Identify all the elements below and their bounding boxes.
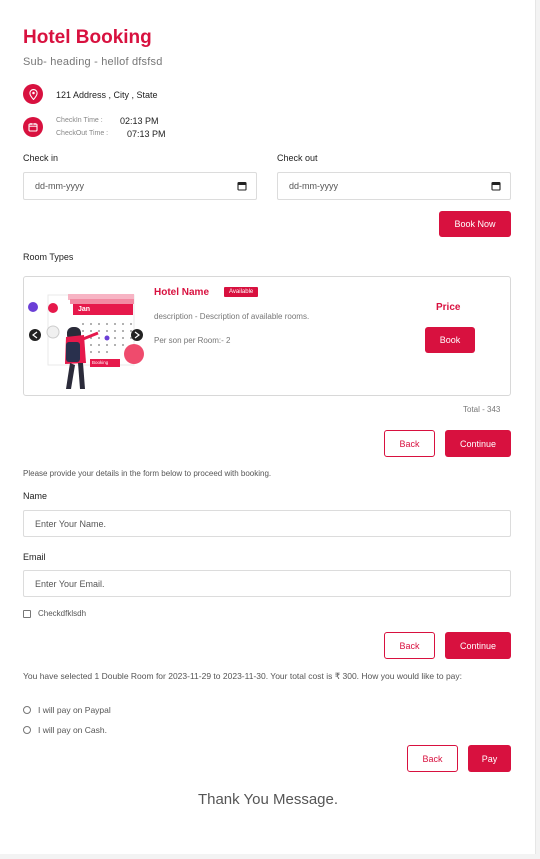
checkout-label: Check out (277, 153, 318, 163)
room-price: Price (436, 302, 461, 313)
checkin-date-value: dd-mm-yyyy (35, 181, 84, 191)
book-room-button[interactable]: Book (425, 327, 475, 353)
form-intro: Please provide your details in the form … (23, 469, 272, 478)
cash-radio[interactable] (23, 726, 31, 734)
pay-button[interactable]: Pay (468, 745, 511, 772)
rooms-continue-button[interactable]: Continue (445, 430, 511, 457)
persons-per-room: Per son per Room:- 2 (154, 336, 231, 345)
paypal-radio[interactable] (23, 706, 31, 714)
name-placeholder: Enter Your Name. (35, 518, 107, 529)
details-continue-button[interactable]: Continue (445, 632, 511, 659)
room-types-label: Room Types (23, 252, 74, 262)
cash-option-label: I will pay on Cash. (38, 725, 107, 735)
calendar-picker-icon[interactable] (491, 181, 501, 191)
checkin-date-input[interactable]: dd-mm-yyyy (23, 172, 257, 200)
rooms-back-button[interactable]: Back (384, 430, 435, 457)
room-card: Jan Booking Hotel Name Available descrip… (23, 276, 511, 396)
payment-back-button[interactable]: Back (407, 745, 458, 772)
agree-checkbox[interactable] (23, 610, 31, 618)
location-pin-icon (23, 84, 43, 104)
checkout-date-input[interactable]: dd-mm-yyyy (277, 172, 511, 200)
calendar-picker-icon[interactable] (237, 181, 247, 191)
email-label: Email (23, 552, 46, 562)
checkin-time-value: 02:13 PM (120, 116, 159, 126)
room-description: description - Description of available r… (154, 312, 310, 321)
email-placeholder: Enter Your Email. (35, 578, 105, 589)
email-input[interactable]: Enter Your Email. (23, 570, 511, 597)
booking-illustration: Jan Booking (26, 279, 146, 393)
book-now-button[interactable]: Book Now (439, 211, 511, 237)
illustration-booking-label: Booking (92, 360, 109, 365)
checkout-date-value: dd-mm-yyyy (289, 181, 338, 191)
availability-badge: Available (224, 287, 259, 297)
checkout-time-label: CheckOut Time : (56, 130, 109, 137)
calendar-month-label: Jan (78, 306, 91, 313)
page-title: Hotel Booking (23, 27, 152, 48)
page-subtitle: Sub- heading - hellof dfsfsd (23, 56, 163, 68)
checkin-label: Check in (23, 153, 59, 163)
booking-card: Hotel Booking Sub- heading - hellof dfsf… (0, 0, 536, 854)
booking-summary: You have selected 1 Double Room for 2023… (23, 671, 463, 681)
total-price: Total - 343 (463, 405, 501, 414)
details-back-button[interactable]: Back (384, 632, 435, 659)
checkin-time-label: CheckIn Time : (56, 117, 103, 124)
calendar-icon (23, 117, 43, 137)
paypal-option-label: I will pay on Paypal (38, 705, 111, 715)
name-input[interactable]: Enter Your Name. (23, 510, 511, 537)
agree-checkbox-label: Checkdfklsdh (38, 609, 87, 618)
name-label: Name (23, 491, 48, 501)
room-name: Hotel Name (154, 287, 210, 298)
hotel-address: 121 Address , City , State (56, 90, 158, 100)
checkout-time-value: 07:13 PM (127, 129, 166, 139)
thank-you-message: Thank You Message. (197, 791, 339, 808)
